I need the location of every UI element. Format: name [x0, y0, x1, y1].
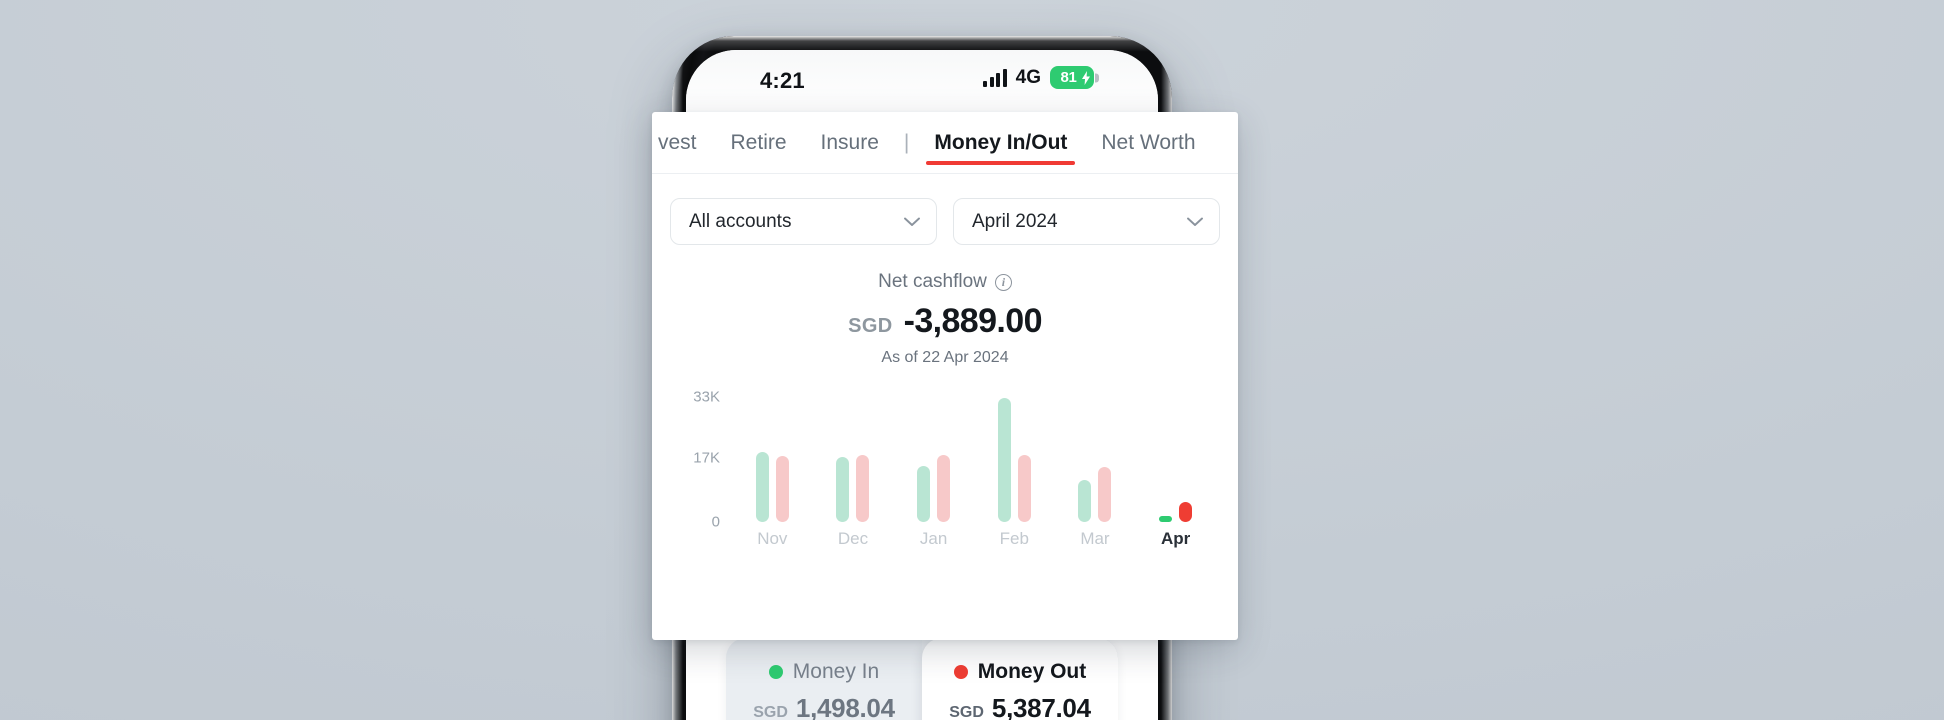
tab-invest[interactable]: vest [652, 112, 714, 174]
status-bar-time: 4:21 [760, 68, 805, 93]
money-out-dot-icon [953, 665, 968, 679]
info-icon[interactable]: i [994, 273, 1012, 291]
chart-bar-money-out [1098, 467, 1112, 522]
chart-bar-money-out [856, 455, 870, 522]
net-cashflow-amount: SGD -3,889.00 [652, 302, 1238, 341]
chart-y-axis: 33K 17K 0 [668, 389, 720, 531]
legend-currency-money-in: SGD [753, 704, 788, 720]
period-selector[interactable]: April 2024 [953, 198, 1220, 245]
net-cashflow-as-of: As of 22 Apr 2024 [881, 349, 1009, 366]
money-legend-cards: Money In SGD 1,498.04 Money Out SGD 5,38… [726, 638, 1118, 720]
net-cashflow-section: Net cashflow i SGD -3,889.00 As of 22 Ap… [652, 245, 1238, 367]
money-in-dot-icon [768, 665, 783, 679]
chart-y-tick: 33K [693, 388, 720, 406]
chart-bar-money-in [997, 397, 1011, 522]
net-cashflow-header: Net cashflow i [652, 271, 1238, 293]
chart-bar-money-out [775, 456, 789, 522]
chart-x-label[interactable]: Apr [1156, 529, 1196, 549]
legend-amount-money-in: SGD 1,498.04 [753, 693, 895, 720]
legend-card-money-in[interactable]: Money In SGD 1,498.04 [726, 638, 922, 720]
chevron-down-icon [1187, 217, 1203, 226]
cashflow-bar-chart: 33K 17K 0 Nov Dec Jan Feb Mar Apr [668, 389, 1222, 557]
legend-amount-money-out: SGD 5,387.04 [949, 693, 1091, 720]
chart-x-axis: Nov Dec Jan Feb Mar Apr [732, 529, 1216, 549]
charging-bolt-icon [1082, 70, 1090, 85]
legend-head-money-out: Money Out [953, 660, 1087, 684]
battery-icon: 81 [1050, 66, 1099, 89]
tab-net-worth[interactable]: Net Worth [1084, 112, 1212, 174]
chart-bar-money-in [755, 451, 769, 522]
network-type-label: 4G [1015, 66, 1041, 88]
chart-bar-group[interactable] [1159, 397, 1193, 522]
legend-head-money-in: Money In [768, 660, 880, 684]
tab-insure[interactable]: Insure [804, 112, 896, 174]
tab-money-in-out[interactable]: Money In/Out [917, 112, 1084, 174]
account-selector-value: All accounts [689, 210, 792, 232]
net-cashflow-value: -3,889.00 [903, 302, 1043, 340]
signal-strength-icon [983, 68, 1007, 87]
status-bar: 4:21 4G 81 [686, 50, 1158, 112]
tab-separator: | [903, 130, 910, 154]
chart-bar-money-in [836, 456, 850, 522]
legend-label-money-out: Money Out [977, 660, 1087, 683]
chart-bar-group[interactable] [836, 397, 870, 522]
chart-x-label[interactable]: Mar [1075, 529, 1115, 549]
legend-label-money-in: Money In [792, 660, 880, 683]
chart-bar-money-out [937, 454, 951, 522]
chart-bar-group[interactable] [1078, 397, 1112, 522]
chevron-down-icon [904, 217, 920, 226]
legend-card-money-out[interactable]: Money Out SGD 5,387.04 [922, 638, 1118, 720]
battery-level-label: 81 [1060, 69, 1077, 86]
chart-bar-money-in [1078, 479, 1092, 522]
chart-bar-money-in [917, 466, 931, 522]
chart-x-label[interactable]: Dec [833, 529, 873, 549]
status-bar-indicators: 4G 81 [983, 66, 1099, 89]
filter-row: All accounts April 2024 [652, 174, 1238, 245]
chart-x-label[interactable]: Feb [994, 529, 1034, 549]
chart-bar-group[interactable] [997, 397, 1031, 522]
chart-plot-area [732, 397, 1216, 522]
account-selector[interactable]: All accounts [670, 198, 937, 245]
legend-value-money-out: 5,387.04 [991, 693, 1091, 720]
chart-y-tick: 0 [711, 513, 720, 531]
chart-bar-group[interactable] [917, 397, 951, 522]
legend-value-money-in: 1,498.04 [795, 693, 895, 720]
period-selector-value: April 2024 [972, 210, 1058, 232]
chart-x-label[interactable]: Jan [914, 529, 954, 549]
legend-currency-money-out: SGD [949, 704, 984, 720]
net-cashflow-label: Net cashflow [878, 271, 987, 292]
chart-bar-money-out [1017, 454, 1031, 522]
tab-bar: vest Retire Insure | Money In/Out Net Wo… [652, 112, 1238, 174]
net-cashflow-currency: SGD [848, 315, 893, 337]
chart-bar-money-in [1159, 516, 1173, 522]
chart-bar-money-out [1179, 501, 1193, 522]
chart-y-tick: 17K [693, 449, 720, 467]
battery-cap [1095, 73, 1099, 82]
tab-retire[interactable]: Retire [714, 112, 804, 174]
chart-x-label[interactable]: Nov [752, 529, 792, 549]
chart-bar-group[interactable] [755, 397, 789, 522]
money-in-out-panel: vest Retire Insure | Money In/Out Net Wo… [652, 112, 1238, 640]
